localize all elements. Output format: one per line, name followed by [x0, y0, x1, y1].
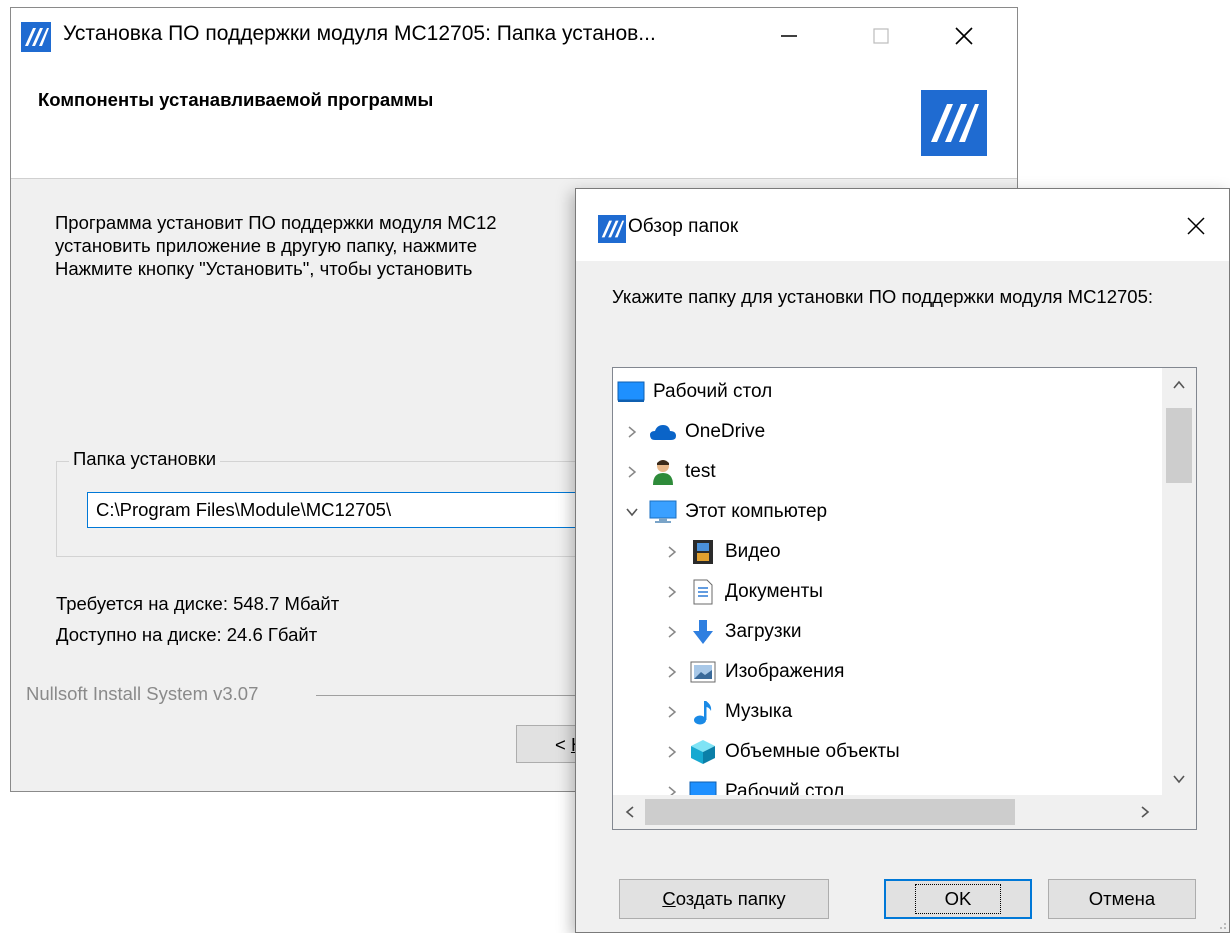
app-logo-icon — [598, 215, 626, 243]
vertical-scrollbar[interactable] — [1162, 368, 1196, 796]
install-description: Программа установит ПО поддержки модуля … — [55, 212, 497, 279]
installer-title: Установка ПО поддержки модуля MC12705: П… — [63, 22, 656, 45]
video-icon — [689, 538, 717, 566]
scroll-right-button[interactable] — [1128, 795, 1162, 829]
desktop-icon — [617, 378, 645, 406]
3d-objects-icon — [689, 738, 717, 766]
maximize-button[interactable] — [863, 18, 899, 54]
chevron-right-icon[interactable] — [661, 741, 683, 763]
tree-item-pictures[interactable]: Изображения — [661, 652, 844, 692]
space-required: Требуется на диске: 548.7 Мбайт — [56, 593, 340, 614]
chevron-right-icon[interactable] — [661, 581, 683, 603]
chevron-right-icon[interactable] — [661, 621, 683, 643]
chevron-right-icon[interactable] — [661, 541, 683, 563]
chevron-right-icon — [1141, 806, 1150, 818]
image-icon — [689, 658, 717, 686]
maximize-icon — [873, 28, 889, 44]
chevron-right-icon[interactable] — [661, 701, 683, 723]
dialog-title: Обзор папок — [628, 216, 739, 237]
scroll-up-button[interactable] — [1162, 368, 1196, 402]
chevron-down-icon[interactable] — [621, 501, 643, 523]
tree-item-documents[interactable]: Документы — [661, 572, 823, 612]
chevron-down-icon — [1173, 775, 1185, 784]
scroll-down-button[interactable] — [1162, 762, 1196, 796]
dialog-close-button[interactable] — [1181, 211, 1211, 241]
horizontal-scrollbar[interactable] — [613, 795, 1196, 829]
chevron-right-icon[interactable] — [621, 461, 643, 483]
chevron-right-icon[interactable] — [661, 661, 683, 683]
tree-item-videos[interactable]: Видео — [661, 532, 781, 572]
horizontal-scroll-thumb[interactable] — [645, 799, 1015, 825]
user-icon — [649, 458, 677, 486]
dialog-prompt: Укажите папку для установки ПО поддержки… — [612, 286, 1154, 307]
close-icon — [955, 27, 973, 45]
new-folder-button[interactable]: Создать папку — [619, 879, 829, 919]
tree-item-user[interactable]: test — [621, 452, 716, 492]
resize-grip-icon[interactable] — [1215, 918, 1227, 930]
close-icon — [1187, 217, 1205, 235]
chevron-right-icon[interactable] — [621, 421, 643, 443]
space-available: Доступно на диске: 24.6 Гбайт — [56, 624, 318, 645]
tree-item-3d-objects[interactable]: Объемные объекты — [661, 732, 900, 772]
download-icon — [689, 618, 717, 646]
browse-folders-dialog: Обзор папок Укажите папку для установки … — [575, 188, 1230, 933]
folder-tree[interactable]: Рабочий стол OneDrive test Этот компьюте… — [612, 367, 1197, 830]
chevron-left-icon — [625, 806, 634, 818]
installer-titlebar[interactable]: Установка ПО поддержки модуля MC12705: П… — [11, 8, 1017, 66]
dialog-titlebar[interactable]: Обзор папок — [576, 189, 1229, 261]
tree-item-desktop-root[interactable]: Рабочий стол — [617, 372, 772, 412]
tree-item-downloads[interactable]: Загрузки — [661, 612, 801, 652]
product-logo-icon — [921, 90, 987, 156]
cloud-icon — [649, 418, 677, 446]
scroll-left-button[interactable] — [613, 795, 647, 829]
install-folder-group: Папка установки C:\Program Files\Module\… — [56, 448, 627, 557]
nsis-branding: Nullsoft Install System v3.07 — [26, 683, 636, 707]
music-icon — [689, 698, 717, 726]
cancel-button[interactable]: Отмена — [1048, 879, 1196, 919]
installer-header: Компоненты устанавливаемой программы — [11, 66, 1017, 179]
vertical-scroll-thumb[interactable] — [1166, 408, 1192, 483]
page-title: Компоненты устанавливаемой программы — [38, 89, 434, 110]
install-folder-label: Папка установки — [69, 448, 221, 470]
tree-item-onedrive[interactable]: OneDrive — [621, 412, 765, 452]
chevron-up-icon — [1173, 380, 1185, 389]
ok-button[interactable]: OK — [884, 879, 1032, 919]
install-path-input[interactable]: C:\Program Files\Module\MC12705\ — [87, 492, 627, 528]
tree-item-this-pc[interactable]: Этот компьютер — [621, 492, 827, 532]
tree-item-music[interactable]: Музыка — [661, 692, 792, 732]
document-icon — [689, 578, 717, 606]
minimize-button[interactable] — [771, 18, 807, 54]
minimize-icon — [781, 35, 797, 37]
close-button[interactable] — [946, 18, 982, 54]
computer-icon — [649, 498, 677, 526]
app-logo-icon — [21, 22, 51, 52]
scrollbar-corner — [1162, 795, 1196, 829]
